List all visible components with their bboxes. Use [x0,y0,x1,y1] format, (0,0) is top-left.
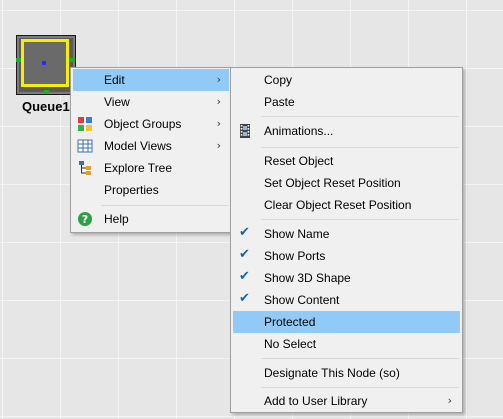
help-icon: ? [77,211,93,227]
menu-separator [261,219,459,220]
node-center-dot [42,61,46,65]
node-label: Queue1 [22,99,70,114]
menu-item-copy[interactable]: Copy [233,69,460,91]
menu-separator [261,387,459,388]
svg-text:?: ? [82,213,88,226]
model-views-icon [77,138,93,154]
menu-item-label: Explore Tree [104,161,173,175]
tree-icon [77,160,93,176]
menu-item-label: Reset Object [264,154,334,168]
menu-separator [101,205,228,206]
submenu-arrow-icon: › [216,117,221,130]
object-groups-icon [77,116,93,132]
film-icon [237,123,253,139]
menu-item-label: Show Content [264,293,340,307]
menu-item-label: Properties [104,183,159,197]
checkmark-icon: ✔ [239,247,250,262]
menu-item-model-views[interactable]: Model Views › [73,135,229,157]
context-menu: Edit › View › Object Groups › Model View… [70,67,232,233]
menu-item-set-reset-position[interactable]: Set Object Reset Position [233,172,460,194]
menu-item-no-select[interactable]: No Select [233,333,460,355]
menu-item-label: Copy [264,73,293,87]
menu-item-label: Set Object Reset Position [264,176,401,190]
menu-item-label: Help [104,212,129,226]
menu-item-label: Show Ports [264,249,326,263]
menu-item-reset-object[interactable]: Reset Object [233,150,460,172]
menu-item-explore-tree[interactable]: Explore Tree [73,157,229,179]
menu-item-label: Add to User Library [264,394,368,408]
menu-item-show-ports[interactable]: ✔ Show Ports [233,245,460,267]
menu-item-label: Animations... [264,124,334,138]
edit-submenu: Copy Paste Animations... Reset Object Se… [230,67,463,413]
menu-separator [261,116,459,117]
menu-item-label: Paste [264,95,295,109]
menu-item-label: Show 3D Shape [264,271,351,285]
menu-item-protected[interactable]: Protected [233,311,460,333]
menu-item-label: Object Groups [104,117,182,131]
menu-item-add-to-user-library[interactable]: Add to User Library › [233,390,460,412]
menu-item-label: Model Views [104,139,172,153]
checkmark-icon: ✔ [239,225,250,240]
menu-separator [261,358,459,359]
output-port[interactable] [70,58,75,62]
checkmark-icon: ✔ [239,269,250,284]
checkmark-icon: ✔ [239,291,250,306]
menu-item-help[interactable]: ? Help [73,208,229,230]
menu-item-label: No Select [264,337,317,351]
center-port[interactable] [44,90,49,94]
submenu-arrow-icon: › [216,95,221,108]
menu-item-show-content[interactable]: ✔ Show Content [233,289,460,311]
submenu-arrow-icon: › [216,139,221,152]
menu-item-properties[interactable]: Properties [73,179,229,201]
menu-item-label: View [104,95,130,109]
submenu-arrow-icon: › [216,73,221,86]
menu-item-show-3d-shape[interactable]: ✔ Show 3D Shape [233,267,460,289]
menu-separator [261,147,459,148]
menu-item-label: Protected [264,315,316,329]
menu-item-object-groups[interactable]: Object Groups › [73,113,229,135]
menu-item-view[interactable]: View › [73,91,229,113]
menu-item-label: Show Name [264,227,330,241]
menu-item-animations[interactable]: Animations... [233,120,460,142]
menu-item-edit[interactable]: Edit › [73,69,229,91]
menu-item-label: Edit [104,73,125,87]
submenu-arrow-icon: › [447,394,452,407]
menu-item-clear-reset-position[interactable]: Clear Object Reset Position [233,194,460,216]
menu-item-label: Clear Object Reset Position [264,198,412,212]
menu-item-show-name[interactable]: ✔ Show Name [233,223,460,245]
menu-item-label: Designate This Node (so) [264,366,400,380]
menu-item-designate-node[interactable]: Designate This Node (so) [233,362,460,384]
menu-item-paste[interactable]: Paste [233,91,460,113]
input-port[interactable] [16,58,21,62]
